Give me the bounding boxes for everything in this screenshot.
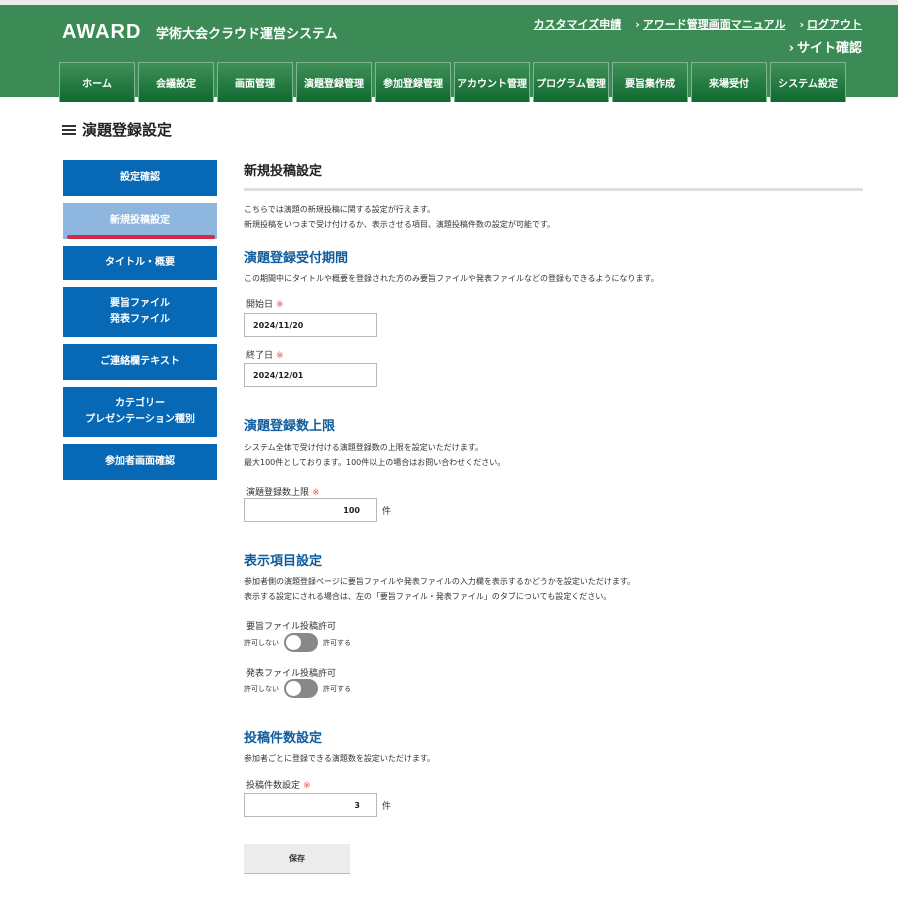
sidebar-item-line1: カテゴリー <box>115 398 165 409</box>
toggle-on-label: 許可する <box>323 638 351 647</box>
sidebar-item-participant-view[interactable]: 参加者画面確認 <box>63 444 217 480</box>
tab-screen-management[interactable]: 画面管理 <box>217 62 293 102</box>
display-desc-line-1: 参加者側の演題登録ページに要旨ファイルや発表ファイルの入力欄を表示するかどうかを… <box>244 577 636 586</box>
count-desc: 参加者ごとに登録できる演題数を設定いただけます。 <box>244 754 436 763</box>
tab-home[interactable]: ホーム <box>59 62 135 102</box>
toggle-knob <box>286 681 301 696</box>
summary-permission-toggle[interactable] <box>284 633 318 652</box>
sidebar-item-files[interactable]: 要旨ファイル 発表ファイル <box>63 287 217 337</box>
manual-label: アワード管理画面マニュアル <box>642 18 786 31</box>
sidebar-item-label: 参加者画面確認 <box>105 456 175 467</box>
end-date-input[interactable]: 2024/12/01 <box>244 363 377 387</box>
customize-request-label: カスタマイズ申請 <box>533 18 622 31</box>
display-heading: 表示項目設定 <box>244 554 323 569</box>
intro-line-1: こちらでは演題の新規投稿に関する設定が行えます。 <box>244 205 435 214</box>
chevron-right-icon: › <box>788 41 794 56</box>
chevron-right-icon: › <box>635 18 640 31</box>
count-input[interactable]: 3 <box>244 793 377 817</box>
period-desc: この期間中にタイトルや概要を登録された方のみ要旨ファイルや発表ファイルなどの登録… <box>244 274 659 283</box>
toggle-off-label: 許可しない <box>244 684 279 693</box>
end-date-label-text: 終了日 <box>246 351 274 361</box>
display-desc: 参加者側の演題登録ページに要旨ファイルや発表ファイルの入力欄を表示するかどうかを… <box>244 574 635 604</box>
count-label: 投稿件数設定 ※ <box>246 778 311 791</box>
toggle-on-label: 許可する <box>323 684 351 693</box>
sidebar-item-label: ご連絡欄テキスト <box>100 356 180 367</box>
limit-field-row: 100 件 <box>244 498 391 522</box>
tab-conference-settings[interactable]: 会議設定 <box>138 62 214 102</box>
award-logo: AWARD <box>62 21 142 43</box>
header-links: カスタマイズ申請 › アワード管理画面マニュアル › ログアウト <box>534 16 862 32</box>
toggle-off-label: 許可しない <box>244 638 279 647</box>
site-confirm-label: サイト確認 <box>796 41 862 56</box>
count-unit: 件 <box>382 801 392 812</box>
tab-registration-management[interactable]: 参加登録管理 <box>375 62 451 102</box>
page-title-text: 演題登録設定 <box>82 121 173 139</box>
logout-label: ログアウト <box>807 18 862 31</box>
presentation-permission-toggle-row: 許可しない 許可する <box>244 679 351 698</box>
start-date-input[interactable]: 2024/11/20 <box>244 313 377 337</box>
logout-link[interactable]: › ログアウト <box>799 16 862 32</box>
period-heading: 演題登録受付期間 <box>244 251 349 266</box>
main-nav: ホーム 会議設定 画面管理 演題登録管理 参加登録管理 アカウント管理 プログラ… <box>59 62 846 102</box>
required-mark: ※ <box>303 781 311 791</box>
sidebar-item-line1: 要旨ファイル <box>110 298 170 309</box>
limit-desc-line-1: システム全体で受け付ける演題登録数の上限を設定いただけます。 <box>244 443 483 452</box>
sidebar-item-title-overview[interactable]: タイトル・概要 <box>63 246 217 280</box>
intro-text: こちらでは演題の新規投稿に関する設定が行えます。 新規投稿をいつまで受け付けるか… <box>244 202 555 232</box>
presentation-permission-toggle[interactable] <box>284 679 318 698</box>
start-date-label-text: 開始日 <box>246 300 274 310</box>
limit-label-text: 演題登録数上限 <box>246 488 310 498</box>
save-button[interactable]: 保存 <box>244 844 350 874</box>
header: AWARD 学術大会クラウド運営システム カスタマイズ申請 › アワード管理画面マ… <box>0 5 898 102</box>
count-label-text: 投稿件数設定 <box>246 781 301 791</box>
sidebar-item-label: タイトル・概要 <box>105 257 175 268</box>
sidebar-item-label: カテゴリープレゼンテーション種別 <box>85 396 195 428</box>
limit-label: 演題登録数上限 ※ <box>246 485 320 498</box>
page-title: 演題登録設定 <box>62 119 172 140</box>
presentation-permission-label: 発表ファイル投稿許可 <box>246 669 337 679</box>
tab-abstract-book[interactable]: 要旨集作成 <box>612 62 688 102</box>
intro-line-2: 新規投稿をいつまで受け付けるか、表示させる項目、演題投稿件数の設定が可能です。 <box>244 220 556 229</box>
red-underline-annotation <box>67 235 215 239</box>
start-date-label: 開始日 ※ <box>246 297 284 310</box>
list-icon <box>62 124 76 136</box>
limit-desc-line-2: 最大100件としております。100件以上の場合はお問い合わせください。 <box>244 458 506 467</box>
tab-system-settings[interactable]: システム設定 <box>770 62 846 102</box>
sidebar-item-settings-confirm[interactable]: 設定確認 <box>63 160 217 196</box>
sidebar-item-line2: プレゼンテーション種別 <box>85 414 195 425</box>
summary-permission-label: 要旨ファイル投稿許可 <box>246 622 337 632</box>
section-title: 新規投稿設定 <box>244 160 863 191</box>
count-heading: 投稿件数設定 <box>244 731 323 746</box>
limit-unit: 件 <box>382 506 392 517</box>
required-mark: ※ <box>276 300 284 310</box>
limit-heading: 演題登録数上限 <box>244 419 336 434</box>
chevron-right-icon: › <box>799 18 804 31</box>
sidebar-item-label: 要旨ファイル 発表ファイル <box>110 296 170 328</box>
toggle-knob <box>286 635 301 650</box>
sidebar-item-category[interactable]: カテゴリープレゼンテーション種別 <box>63 387 217 437</box>
manual-link[interactable]: › アワード管理画面マニュアル <box>635 16 785 32</box>
tab-program-management[interactable]: プログラム管理 <box>533 62 609 102</box>
required-mark: ※ <box>276 351 284 361</box>
sidebar-item-line2: 発表ファイル <box>110 314 170 325</box>
site-confirm-link[interactable]: › サイト確認 <box>789 37 862 56</box>
tab-reception[interactable]: 来場受付 <box>691 62 767 102</box>
sidebar: 設定確認 新規投稿設定 タイトル・概要 要旨ファイル 発表ファイル ご連絡欄テキス… <box>63 160 217 487</box>
sidebar-item-contact-text[interactable]: ご連絡欄テキスト <box>63 344 217 380</box>
customize-request-link[interactable]: カスタマイズ申請 <box>534 16 622 32</box>
sidebar-item-label: 設定確認 <box>120 172 160 183</box>
limit-desc: システム全体で受け付ける演題登録数の上限を設定いただけます。 最大100件として… <box>244 440 505 470</box>
limit-input[interactable]: 100 <box>244 498 377 522</box>
display-desc-line-2: 表示する設定にされる場合は、左の「要旨ファイル・発表ファイル」のタブについても設… <box>244 592 612 601</box>
end-date-label: 終了日 ※ <box>246 348 284 361</box>
tab-abstract-management[interactable]: 演題登録管理 <box>296 62 372 102</box>
sidebar-item-label: 新規投稿設定 <box>110 215 170 226</box>
summary-permission-toggle-row: 許可しない 許可する <box>244 633 351 652</box>
system-name: 学術大会クラウド運営システム <box>156 27 338 42</box>
required-mark: ※ <box>312 488 320 498</box>
sidebar-item-new-submission[interactable]: 新規投稿設定 <box>63 203 217 239</box>
count-field-row: 3 件 <box>244 793 391 817</box>
tab-account-management[interactable]: アカウント管理 <box>454 62 530 102</box>
